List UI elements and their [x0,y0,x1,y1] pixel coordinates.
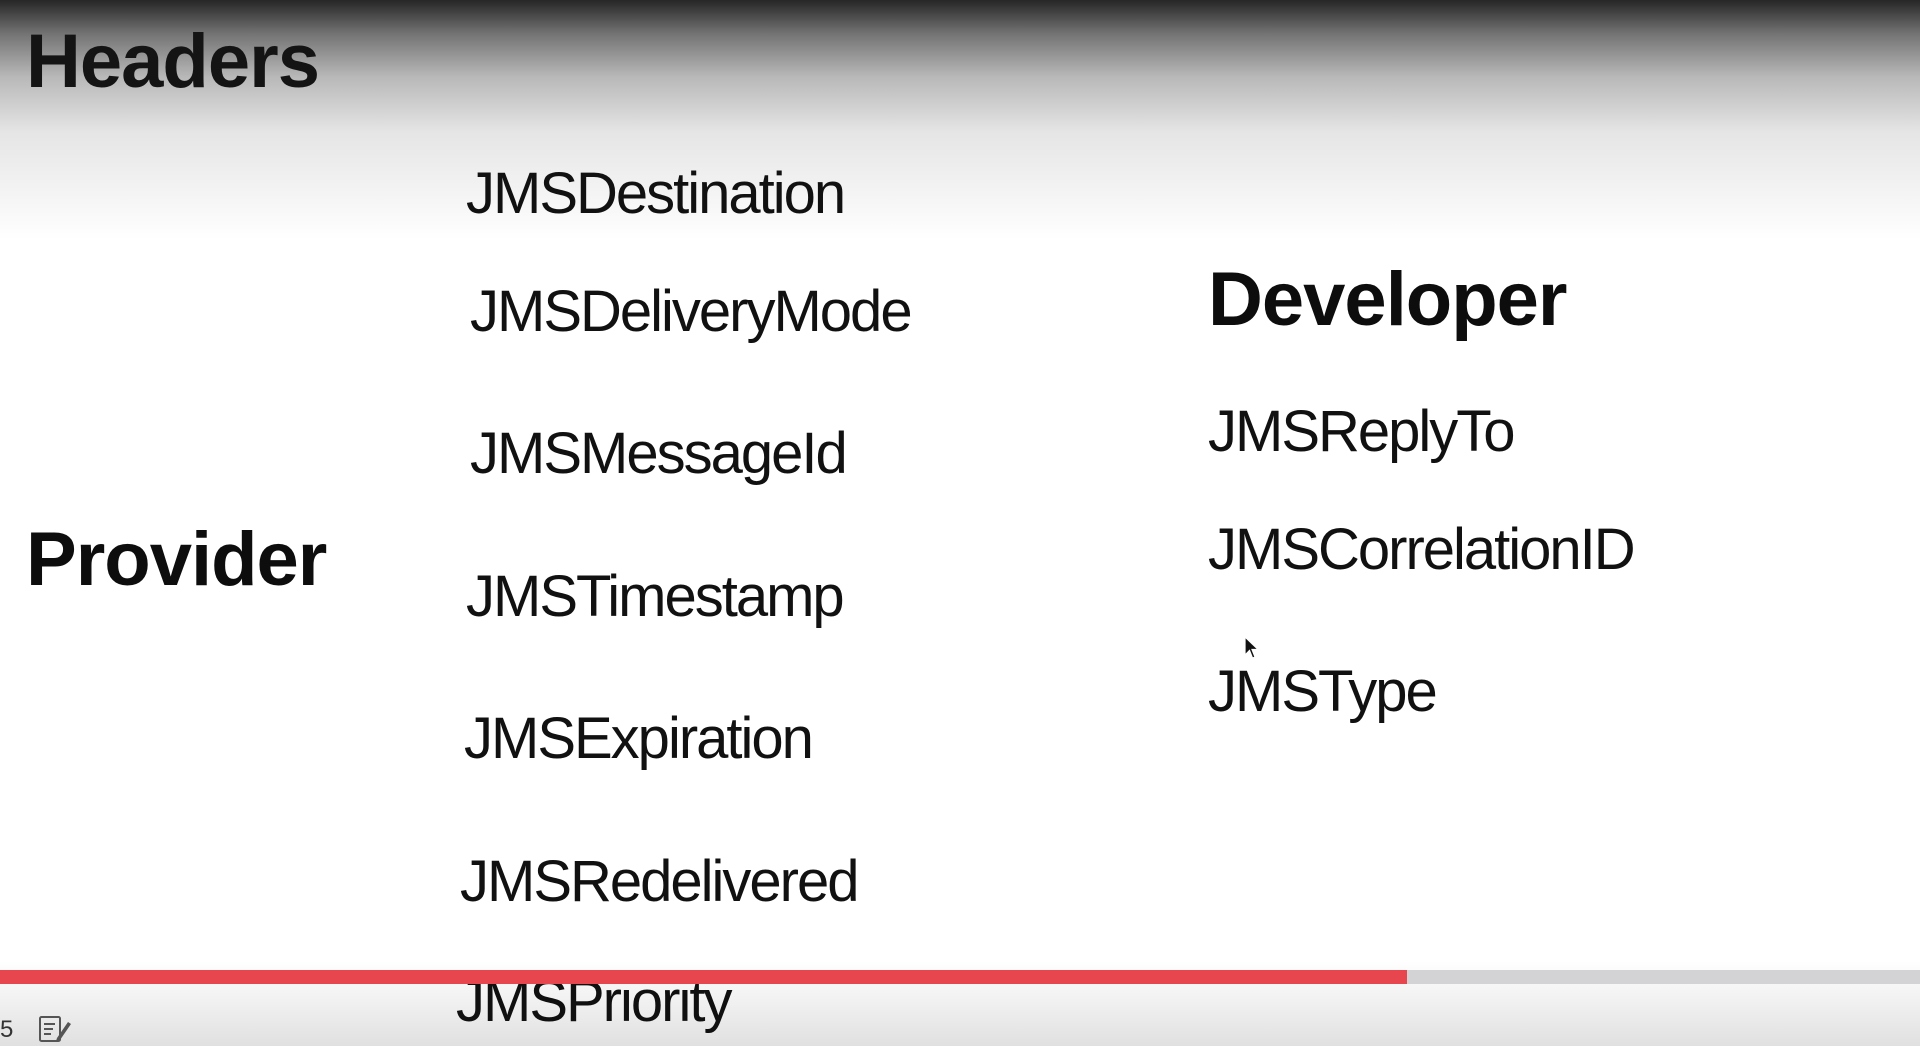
provider-header-item: JMSMessageId [470,421,848,486]
video-progress-bar[interactable] [0,970,1920,984]
developer-header-item: JMSCorrelationID [1208,517,1636,582]
time-display: 5 [0,1016,14,1043]
provider-header-item: JMSTimestamp [466,564,845,629]
developer-header-item: JMSReplyTo [1208,399,1516,464]
provider-header-item: JMSExpiration [464,706,814,771]
provider-group-label: Provider [26,517,327,602]
slide-title: Headers [26,19,320,104]
provider-header-item: JMSDestination [466,161,846,226]
provider-header-item: JMSRedelivered [460,849,860,914]
provider-header-item: JMSDeliveryMode [470,279,913,344]
mouse-pointer-icon [1244,636,1260,659]
notes-icon[interactable] [38,1014,72,1044]
video-frame[interactable]: Headers Provider JMSDestination JMSDeliv… [0,0,1920,1046]
developer-header-item: JMSType [1208,659,1438,724]
developer-group-label: Developer [1208,257,1567,342]
progress-played-segment [0,970,1408,984]
